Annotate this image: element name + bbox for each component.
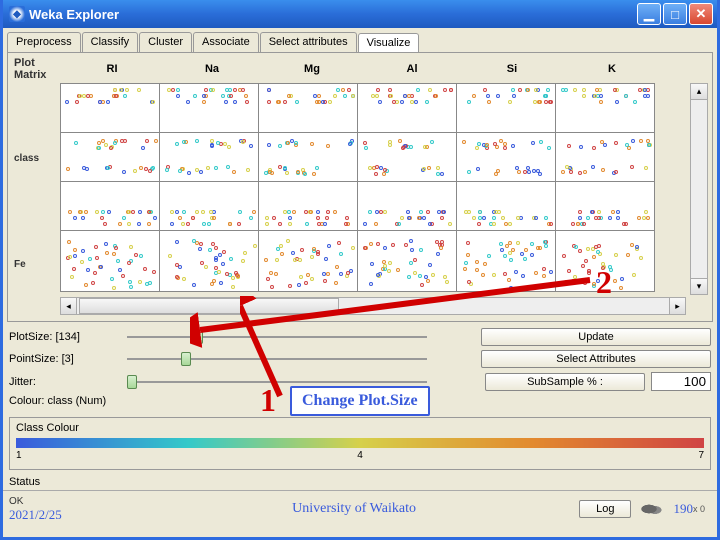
scale-label: 4: [357, 450, 363, 461]
scatter-cell[interactable]: [159, 83, 259, 133]
x0-label: x 0: [693, 504, 705, 514]
subsample-input[interactable]: [651, 372, 711, 391]
row-label: [12, 83, 60, 133]
tab-preprocess[interactable]: Preprocess: [7, 32, 81, 52]
jitter-label: Jitter:: [9, 376, 119, 388]
footer-text: University of Waikato: [129, 501, 579, 517]
scatter-cell[interactable]: [456, 132, 556, 182]
select-attributes-button[interactable]: Select Attributes: [481, 350, 711, 368]
main-tabs: Preprocess Classify Cluster Associate Se…: [3, 28, 717, 52]
col-label: Mg: [262, 63, 362, 75]
col-label: Si: [462, 63, 562, 75]
scatter-cell[interactable]: [357, 132, 457, 182]
col-label: K: [562, 63, 662, 75]
scatter-cell[interactable]: [60, 132, 160, 182]
plotsize-label: PlotSize: [134]: [9, 331, 119, 343]
scatter-cell[interactable]: [258, 181, 358, 231]
scroll-down-icon[interactable]: ▾: [691, 278, 707, 294]
scatter-cell[interactable]: [60, 230, 160, 292]
col-label: Na: [162, 63, 262, 75]
tab-select-attributes[interactable]: Select attributes: [260, 32, 357, 52]
scatter-cell[interactable]: [456, 83, 556, 133]
close-button[interactable]: ✕: [689, 3, 713, 25]
app-icon: ◆: [9, 6, 25, 22]
scatter-plot-grid[interactable]: [60, 83, 686, 295]
scatter-cell[interactable]: [555, 132, 655, 182]
status-ok: OK: [9, 496, 23, 507]
scatter-cell[interactable]: [159, 181, 259, 231]
row-label: Fe: [12, 233, 60, 295]
log-button[interactable]: Log: [579, 500, 631, 518]
subsample-button[interactable]: SubSample % :: [485, 373, 645, 391]
scatter-cell[interactable]: [60, 83, 160, 133]
window-title: Weka Explorer: [29, 7, 119, 22]
scatter-cell[interactable]: [357, 83, 457, 133]
plot-matrix-title: Plot Matrix: [14, 57, 62, 81]
pointsize-label: PointSize: [3]: [9, 353, 119, 365]
weka-bird-icon: [637, 499, 667, 519]
col-label: Al: [362, 63, 462, 75]
colour-spectrum[interactable]: [16, 438, 704, 448]
scatter-cell[interactable]: [60, 181, 160, 231]
scatter-cell[interactable]: [357, 181, 457, 231]
col-label: RI: [62, 63, 162, 75]
scroll-left-icon[interactable]: ◂: [61, 298, 77, 314]
scatter-cell[interactable]: [258, 132, 358, 182]
scatter-cell[interactable]: [258, 83, 358, 133]
status-title: Status: [3, 474, 717, 490]
class-colour-panel: Class Colour 1 4 7: [9, 417, 711, 470]
tab-visualize[interactable]: Visualize: [358, 33, 420, 53]
tab-cluster[interactable]: Cluster: [139, 32, 192, 52]
statusbar: OK 2021/2/25 University of Waikato Log 1…: [3, 490, 717, 527]
row-label: [12, 183, 60, 233]
page-num: 190: [673, 501, 693, 517]
scale-label: 7: [698, 450, 704, 461]
status-date: 2021/2/25: [9, 507, 62, 522]
tab-classify[interactable]: Classify: [82, 32, 139, 52]
vertical-scrollbar[interactable]: ▴ ▾: [690, 83, 708, 295]
scroll-right-icon[interactable]: ▸: [669, 298, 685, 314]
scatter-cell[interactable]: [159, 132, 259, 182]
class-colour-title: Class Colour: [16, 422, 704, 434]
colour-label: Colour: class (Num): [9, 395, 119, 407]
scatter-cell[interactable]: [555, 83, 655, 133]
row-label: class: [12, 133, 60, 183]
window-titlebar: ◆ Weka Explorer ▁ □ ✕: [3, 0, 717, 28]
scatter-cell[interactable]: [456, 181, 556, 231]
maximize-button[interactable]: □: [663, 3, 687, 25]
tab-associate[interactable]: Associate: [193, 32, 259, 52]
scatter-cell[interactable]: [555, 181, 655, 231]
minimize-button[interactable]: ▁: [637, 3, 661, 25]
scroll-up-icon[interactable]: ▴: [691, 84, 707, 100]
scale-label: 1: [16, 450, 22, 461]
